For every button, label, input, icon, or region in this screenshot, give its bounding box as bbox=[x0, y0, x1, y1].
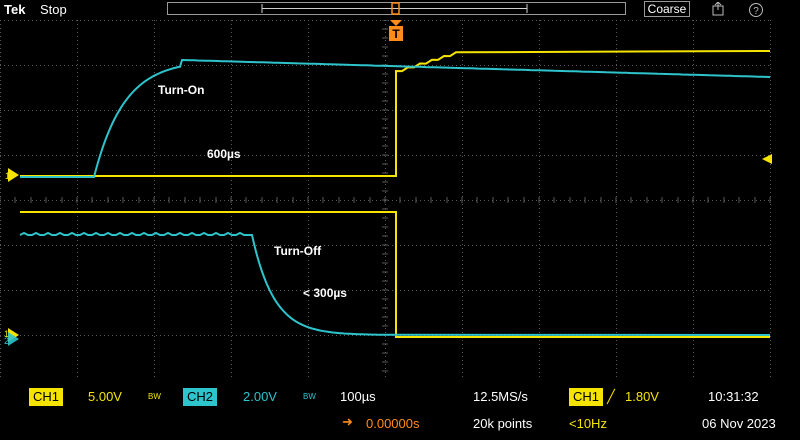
record-view-bar[interactable] bbox=[167, 2, 626, 15]
turn-off-label: Turn-Off bbox=[274, 244, 322, 258]
ch1-bw-limit-icon: BW bbox=[148, 392, 161, 401]
waveform-area: T 1 1 2 Turn-On 600µs Turn-Off < 300µs bbox=[0, 19, 772, 381]
top-status-bar: Tek Stop Coarse ? bbox=[0, 0, 800, 20]
trigger-position-arrow-icon: ➜ bbox=[342, 414, 353, 429]
ch1-marker-top[interactable]: 1 bbox=[5, 168, 19, 182]
help-icon-glyph: ? bbox=[753, 6, 759, 17]
turn-on-time-label: 600µs bbox=[207, 147, 241, 161]
trigger-position-marker[interactable]: T bbox=[389, 20, 403, 41]
ch2-scale[interactable]: 2.00V bbox=[243, 389, 277, 404]
save-icon[interactable] bbox=[712, 1, 726, 19]
timebase-scale[interactable]: 100µs bbox=[340, 389, 376, 404]
trigger-position-value[interactable]: 0.00000s bbox=[366, 416, 420, 431]
trigger-frequency: <10Hz bbox=[569, 416, 607, 431]
turn-on-label: Turn-On bbox=[158, 83, 204, 97]
clock-date: 06 Nov 2023 bbox=[702, 416, 776, 431]
ch2-bw-limit-icon: BW bbox=[303, 392, 316, 401]
ch2-button[interactable]: CH2 bbox=[183, 388, 218, 406]
trigger-level[interactable]: 1.80V bbox=[625, 389, 659, 404]
ch1-waveform-turn-off bbox=[20, 211, 770, 338]
trigger-slope-icon: ╱ bbox=[607, 389, 615, 404]
sample-rate: 12.5MS/s bbox=[473, 389, 528, 404]
ch2-marker-bottom-label: 2 bbox=[4, 336, 9, 346]
coarse-button[interactable]: Coarse bbox=[644, 1, 690, 17]
tek-logo: Tek bbox=[4, 2, 26, 17]
clock-time: 10:31:32 bbox=[708, 389, 759, 404]
record-view-graphic bbox=[261, 2, 528, 15]
trigger-source-button[interactable]: CH1 bbox=[569, 388, 604, 406]
help-icon[interactable]: ? bbox=[748, 2, 764, 21]
ch1-button[interactable]: CH1 bbox=[29, 388, 64, 406]
trigger-marker-label: T bbox=[392, 27, 400, 41]
turn-off-time-label: < 300µs bbox=[303, 286, 347, 300]
ch1-marker-top-label: 1 bbox=[5, 171, 10, 181]
ch1-scale[interactable]: 5.00V bbox=[88, 389, 122, 404]
oscilloscope-display[interactable]: T 1 1 2 Turn-On 600µs Turn-Off < 300µs bbox=[0, 19, 780, 381]
record-length[interactable]: 20k points bbox=[473, 416, 532, 431]
acquisition-state: Stop bbox=[40, 2, 67, 17]
trigger-level-marker[interactable] bbox=[762, 154, 772, 164]
ch1-waveform-turn-on bbox=[20, 50, 771, 177]
